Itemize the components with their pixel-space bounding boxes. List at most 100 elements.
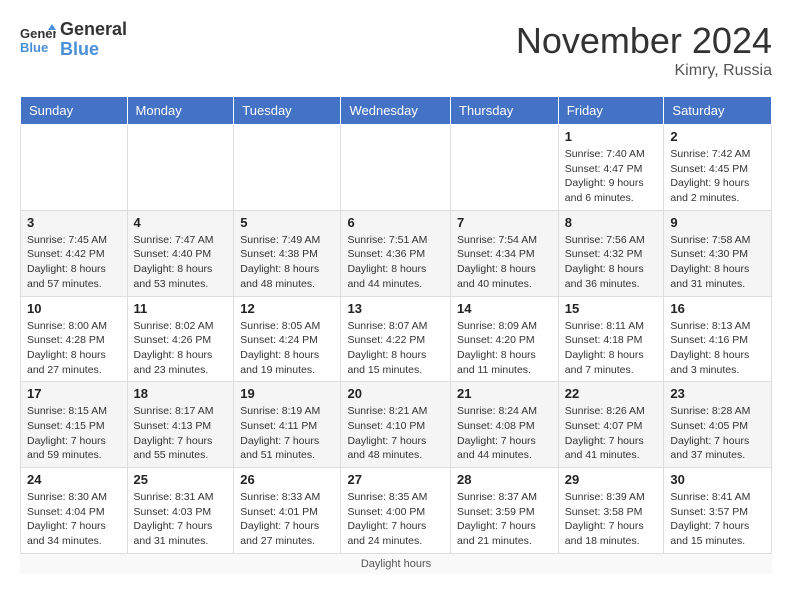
day-number: 4 — [134, 215, 228, 230]
day-number: 7 — [457, 215, 552, 230]
day-number: 10 — [27, 301, 121, 316]
day-info: Sunrise: 8:17 AM Sunset: 4:13 PM Dayligh… — [134, 404, 228, 463]
day-cell-0-3 — [341, 125, 451, 211]
day-cell-4-0: 24Sunrise: 8:30 AM Sunset: 4:04 PM Dayli… — [21, 468, 128, 554]
day-cell-3-4: 21 Sunrise: 8:24 AM Sunset: 4:08 PM Dayli… — [451, 382, 559, 468]
day-cell-4-4: 28Sunrise: 8:37 AM Sunset: 3:59 PM Dayli… — [451, 468, 559, 554]
day-cell-0-0 — [21, 125, 128, 211]
day-number: 24 — [27, 472, 121, 487]
day-info: Sunrise: 7:45 AM Sunset: 4:42 PM Dayligh… — [27, 233, 121, 292]
day-cell-2-4: 14Sunrise: 8:09 AM Sunset: 4:20 PM Dayli… — [451, 296, 559, 382]
day-cell-1-5: 8 Sunrise: 7:56 AM Sunset: 4:32 PM Daylig… — [558, 210, 664, 296]
day-cell-2-1: 11 Sunrise: 8:02 AM Sunset: 4:26 PM Dayli… — [127, 296, 234, 382]
day-number: 20 — [347, 386, 444, 401]
day-number: 16 — [670, 301, 765, 316]
day-number: 18 — [134, 386, 228, 401]
day-number: 14 — [457, 301, 552, 316]
day-info: Sunrise: 8:13 AM Sunset: 4:16 PM Dayligh… — [670, 319, 765, 378]
week-row-1: 1Sunrise: 7:40 AM Sunset: 4:47 PM Daylig… — [21, 125, 772, 211]
day-info: Sunrise: 7:56 AM Sunset: 4:32 PM Dayligh… — [565, 233, 658, 292]
day-cell-2-6: 16 Sunrise: 8:13 AM Sunset: 4:16 PM Dayli… — [664, 296, 772, 382]
day-cell-3-5: 22 Sunrise: 8:26 AM Sunset: 4:07 PM Dayli… — [558, 382, 664, 468]
day-info: Sunrise: 8:07 AM Sunset: 4:22 PM Dayligh… — [347, 319, 444, 378]
page: General Blue General Blue November 2024 … — [0, 0, 792, 594]
day-number: 23 — [670, 386, 765, 401]
day-info: Sunrise: 8:21 AM Sunset: 4:10 PM Dayligh… — [347, 404, 444, 463]
day-number: 15 — [565, 301, 658, 316]
day-number: 22 — [565, 386, 658, 401]
month-title: November 2024 — [516, 20, 772, 62]
day-cell-1-1: 4 Sunrise: 7:47 AM Sunset: 4:40 PM Daylig… — [127, 210, 234, 296]
logo-line1: General — [60, 20, 127, 40]
day-cell-1-3: 6 Sunrise: 7:51 AM Sunset: 4:36 PM Daylig… — [341, 210, 451, 296]
day-number: 2 — [670, 129, 765, 144]
day-info: Sunrise: 7:42 AM Sunset: 4:45 PM Dayligh… — [670, 147, 765, 206]
day-info: Sunrise: 8:41 AM Sunset: 3:57 PM Dayligh… — [670, 490, 765, 549]
header-tuesday: Tuesday — [234, 97, 341, 125]
header-sunday: Sunday — [21, 97, 128, 125]
week-row-4: 17Sunrise: 8:15 AM Sunset: 4:15 PM Dayli… — [21, 382, 772, 468]
day-cell-3-0: 17Sunrise: 8:15 AM Sunset: 4:15 PM Dayli… — [21, 382, 128, 468]
header-monday: Monday — [127, 97, 234, 125]
day-number: 26 — [240, 472, 334, 487]
daylight-note: Daylight hours — [20, 554, 772, 574]
day-number: 5 — [240, 215, 334, 230]
day-info: Sunrise: 8:31 AM Sunset: 4:03 PM Dayligh… — [134, 490, 228, 549]
header-saturday: Saturday — [664, 97, 772, 125]
day-number: 3 — [27, 215, 121, 230]
day-number: 29 — [565, 472, 658, 487]
day-cell-2-0: 10 Sunrise: 8:00 AM Sunset: 4:28 PM Dayli… — [21, 296, 128, 382]
day-info: Sunrise: 8:26 AM Sunset: 4:07 PM Dayligh… — [565, 404, 658, 463]
day-number: 9 — [670, 215, 765, 230]
day-number: 19 — [240, 386, 334, 401]
day-cell-1-4: 7Sunrise: 7:54 AM Sunset: 4:34 PM Daylig… — [451, 210, 559, 296]
day-info: Sunrise: 8:11 AM Sunset: 4:18 PM Dayligh… — [565, 319, 658, 378]
day-info: Sunrise: 7:58 AM Sunset: 4:30 PM Dayligh… — [670, 233, 765, 292]
week-row-3: 10 Sunrise: 8:00 AM Sunset: 4:28 PM Dayli… — [21, 296, 772, 382]
day-info: Sunrise: 8:05 AM Sunset: 4:24 PM Dayligh… — [240, 319, 334, 378]
day-number: 21 — [457, 386, 552, 401]
day-number: 17 — [27, 386, 121, 401]
day-number: 11 — [134, 301, 228, 316]
location: Kimry, Russia — [516, 62, 772, 80]
day-cell-2-5: 15 Sunrise: 8:11 AM Sunset: 4:18 PM Dayli… — [558, 296, 664, 382]
day-info: Sunrise: 8:39 AM Sunset: 3:58 PM Dayligh… — [565, 490, 658, 549]
day-cell-4-5: 29 Sunrise: 8:39 AM Sunset: 3:58 PM Dayli… — [558, 468, 664, 554]
day-cell-3-6: 23 Sunrise: 8:28 AM Sunset: 4:05 PM Dayli… — [664, 382, 772, 468]
day-number: 6 — [347, 215, 444, 230]
day-cell-1-2: 5 Sunrise: 7:49 AM Sunset: 4:38 PM Daylig… — [234, 210, 341, 296]
day-cell-1-0: 3 Sunrise: 7:45 AM Sunset: 4:42 PM Daylig… — [21, 210, 128, 296]
day-number: 13 — [347, 301, 444, 316]
day-info: Sunrise: 8:24 AM Sunset: 4:08 PM Dayligh… — [457, 404, 552, 463]
day-cell-4-2: 26 Sunrise: 8:33 AM Sunset: 4:01 PM Dayli… — [234, 468, 341, 554]
day-info: Sunrise: 8:33 AM Sunset: 4:01 PM Dayligh… — [240, 490, 334, 549]
day-info: Sunrise: 7:51 AM Sunset: 4:36 PM Dayligh… — [347, 233, 444, 292]
day-info: Sunrise: 8:00 AM Sunset: 4:28 PM Dayligh… — [27, 319, 121, 378]
day-number: 27 — [347, 472, 444, 487]
day-cell-3-2: 19 Sunrise: 8:19 AM Sunset: 4:11 PM Dayli… — [234, 382, 341, 468]
calendar-header-row: Sunday Monday Tuesday Wednesday Thursday… — [21, 97, 772, 125]
day-number: 8 — [565, 215, 658, 230]
week-row-2: 3 Sunrise: 7:45 AM Sunset: 4:42 PM Daylig… — [21, 210, 772, 296]
day-info: Sunrise: 8:28 AM Sunset: 4:05 PM Dayligh… — [670, 404, 765, 463]
header: General Blue General Blue November 2024 … — [20, 20, 772, 80]
day-info: Sunrise: 7:49 AM Sunset: 4:38 PM Dayligh… — [240, 233, 334, 292]
day-cell-3-3: 20 Sunrise: 8:21 AM Sunset: 4:10 PM Dayli… — [341, 382, 451, 468]
day-cell-0-2 — [234, 125, 341, 211]
day-cell-0-5: 1Sunrise: 7:40 AM Sunset: 4:47 PM Daylig… — [558, 125, 664, 211]
day-number: 25 — [134, 472, 228, 487]
day-cell-0-6: 2 Sunrise: 7:42 AM Sunset: 4:45 PM Daylig… — [664, 125, 772, 211]
day-info: Sunrise: 8:19 AM Sunset: 4:11 PM Dayligh… — [240, 404, 334, 463]
header-friday: Friday — [558, 97, 664, 125]
title-block: November 2024 Kimry, Russia — [516, 20, 772, 80]
day-cell-2-3: 13 Sunrise: 8:07 AM Sunset: 4:22 PM Dayli… — [341, 296, 451, 382]
logo: General Blue General Blue — [20, 20, 127, 60]
header-wednesday: Wednesday — [341, 97, 451, 125]
header-thursday: Thursday — [451, 97, 559, 125]
calendar-table: Sunday Monday Tuesday Wednesday Thursday… — [20, 96, 772, 554]
day-info: Sunrise: 8:02 AM Sunset: 4:26 PM Dayligh… — [134, 319, 228, 378]
day-number: 30 — [670, 472, 765, 487]
day-cell-3-1: 18 Sunrise: 8:17 AM Sunset: 4:13 PM Dayli… — [127, 382, 234, 468]
day-info: Sunrise: 8:37 AM Sunset: 3:59 PM Dayligh… — [457, 490, 552, 549]
day-info: Sunrise: 7:47 AM Sunset: 4:40 PM Dayligh… — [134, 233, 228, 292]
